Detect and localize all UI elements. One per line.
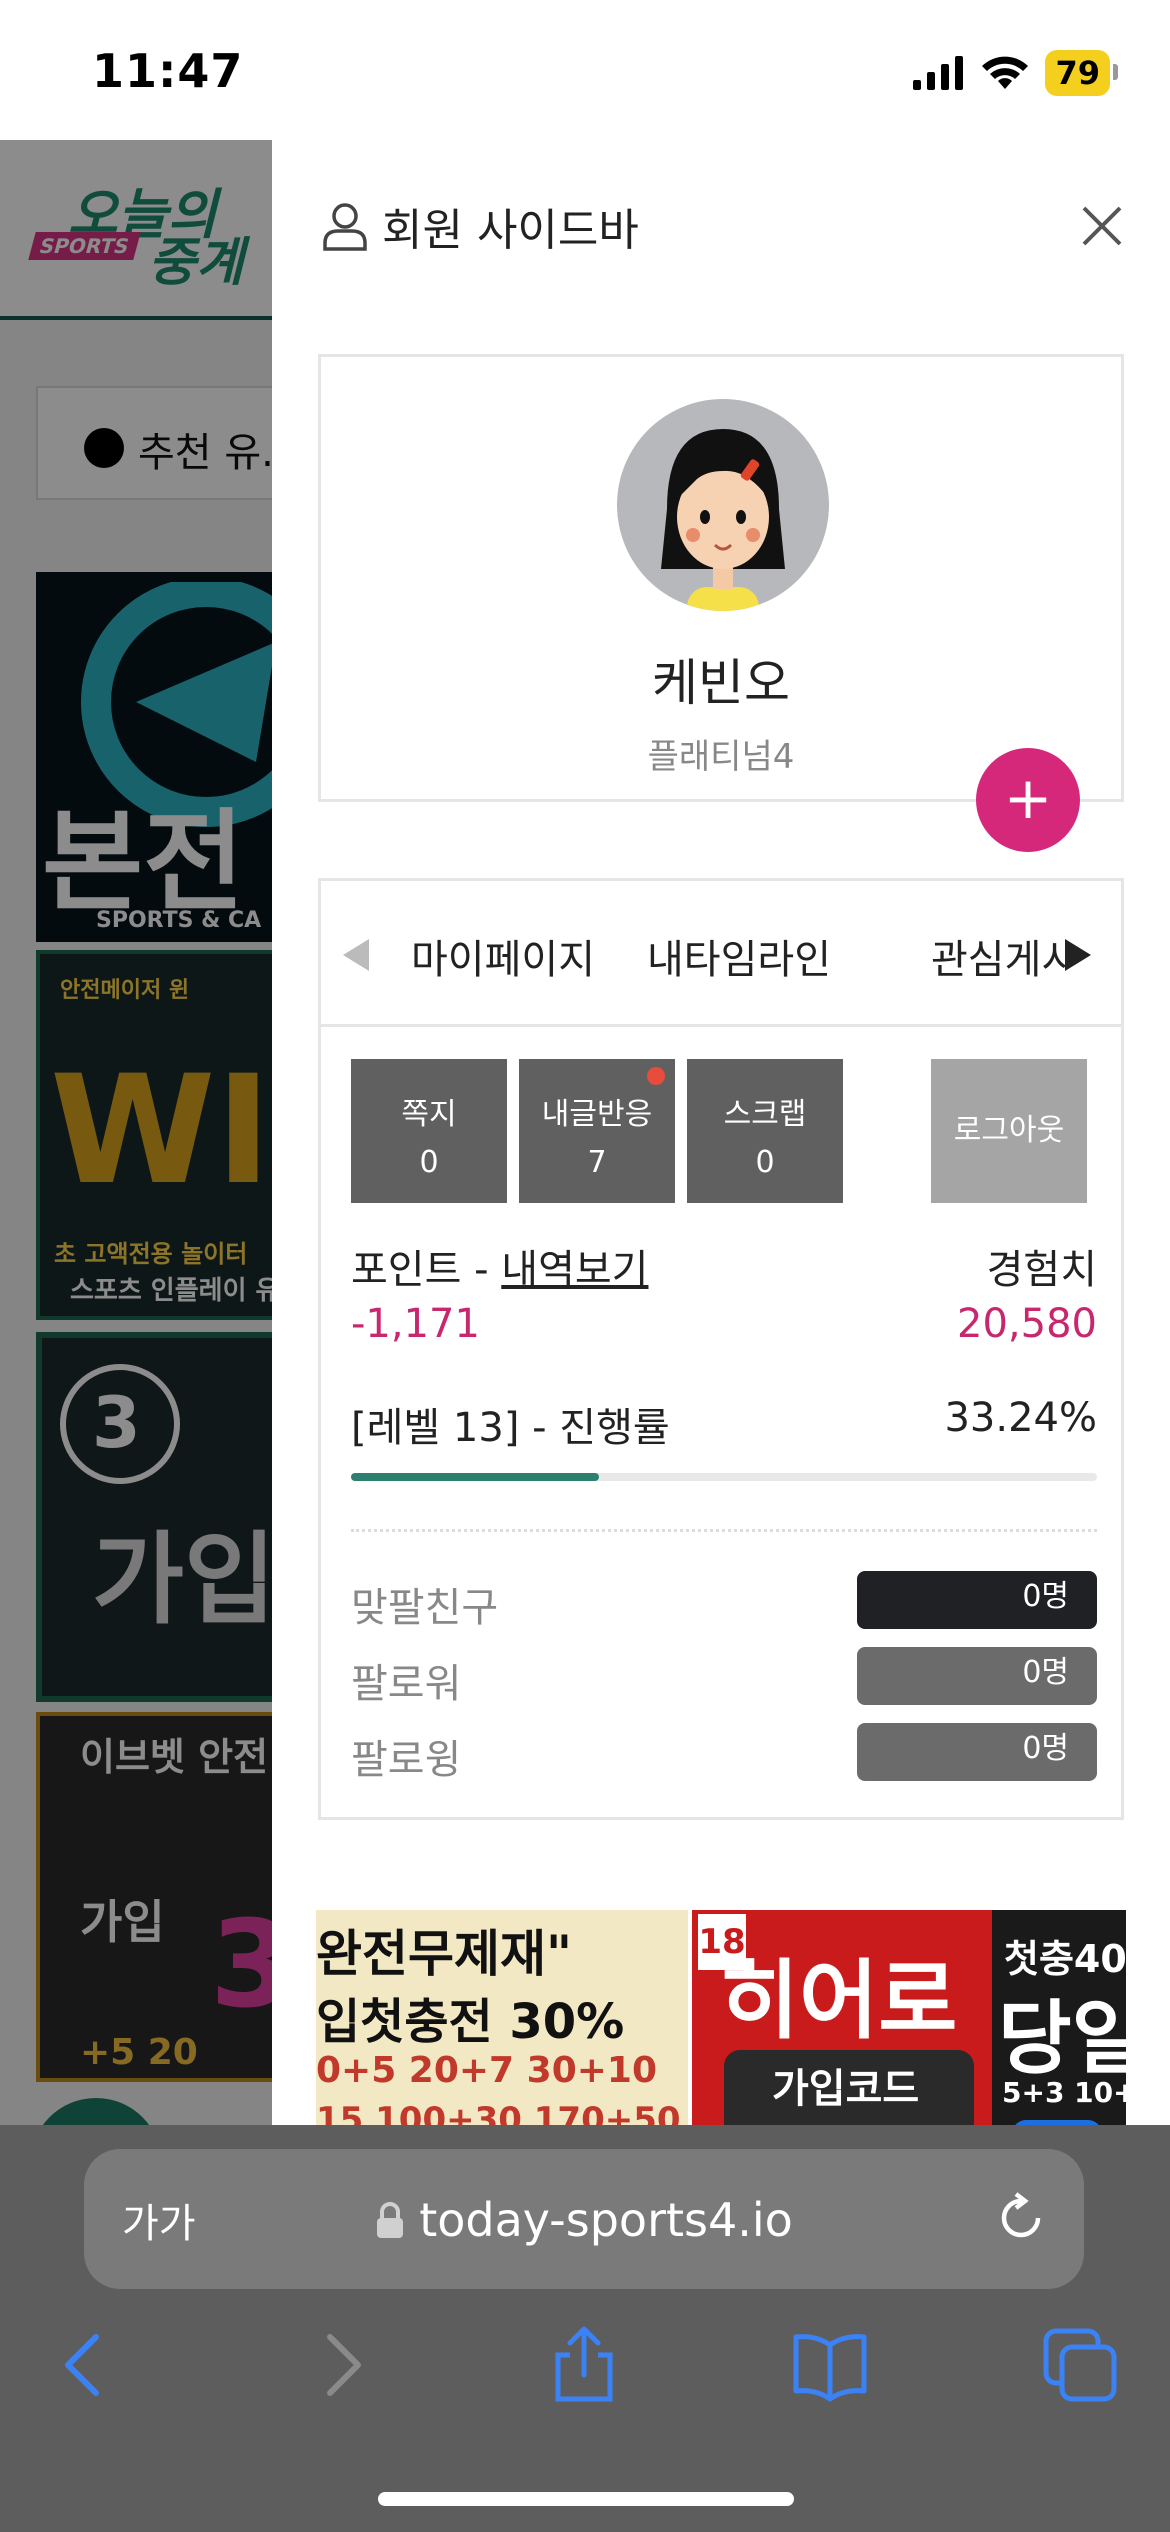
tab-my-timeline[interactable]: 내타임라인 (647, 927, 831, 985)
level-progress-fill (351, 1473, 599, 1481)
bookmarks-icon[interactable] (790, 2325, 870, 2405)
level-percent: 33.24% (944, 1395, 1097, 1441)
button-label: 스크랩 (723, 1097, 807, 1132)
status-time: 11:47 (92, 44, 244, 98)
button-label: 내글반응 (541, 1097, 653, 1132)
tab-mypage[interactable]: 마이페이지 (411, 927, 595, 985)
mutual-friends-row[interactable]: 맞팔친구 0명 (351, 1571, 1097, 1631)
profile-card: 케빈오 플래티넘4 (318, 354, 1124, 802)
post-reactions-button[interactable]: 내글반응 7 (519, 1059, 675, 1203)
avatar-girl-icon (661, 429, 785, 611)
back-icon[interactable] (46, 2325, 126, 2405)
messages-button[interactable]: 쪽지 0 (351, 1059, 507, 1203)
plus-icon: + (1003, 764, 1053, 832)
button-label: 쪽지 (401, 1097, 457, 1132)
following-count: 0명 (857, 1723, 1097, 1781)
url-text: today-sports4.io (419, 2193, 793, 2247)
ad-text: 당일 (998, 1992, 1126, 2085)
ad-title: 히어로 (720, 1951, 958, 2051)
button-count: 0 (755, 1145, 775, 1180)
sidebar-header: 회원 사이드바 (322, 194, 639, 258)
logout-button[interactable]: 로그아웃 (931, 1059, 1087, 1203)
close-icon[interactable] (1074, 198, 1130, 254)
battery-indicator: 79 (1045, 50, 1118, 96)
exp-value: 20,580 (957, 1301, 1097, 1347)
notification-dot (647, 1067, 665, 1085)
followers-label: 팔로워 (351, 1661, 462, 1707)
points-history-link[interactable]: 내역보기 (501, 1247, 648, 1293)
button-count: 0 (419, 1145, 439, 1180)
status-icons: 79 (913, 50, 1118, 96)
divider (351, 1529, 1097, 1532)
sidebar-ads: 완전무제재" 입첫충전 30% 0+5 20+7 30+10 15 100+30… (316, 1910, 1126, 2125)
tab-bar: 마이페이지 내타임라인 관심게시 (321, 881, 1121, 1027)
tab-scroller: 마이페이지 내타임라인 관심게시 (411, 881, 1066, 1027)
points-label: 포인트 - (351, 1247, 502, 1293)
tabs-icon[interactable] (1040, 2325, 1120, 2405)
chevron-right-icon[interactable] (1065, 939, 1091, 971)
lock-icon (377, 2202, 404, 2238)
ad-text: 완전무제재" (316, 1925, 573, 1983)
mutual-friends-label: 맞팔친구 (351, 1585, 499, 1631)
following-row[interactable]: 팔로윙 0명 (351, 1723, 1097, 1783)
tab-favorite-boards[interactable]: 관심게시 (931, 927, 1066, 985)
avatar[interactable] (617, 399, 829, 611)
points-values-row: -1,171 20,580 (351, 1301, 1097, 1347)
ad-text: 입첫충전 30% (316, 1994, 625, 2050)
ad-text: 0+5 20+7 30+10 (316, 2050, 657, 2091)
nickname: 케빈오 (652, 654, 790, 712)
add-button[interactable]: + (976, 748, 1080, 852)
user-outline-icon (323, 203, 367, 251)
scrap-button[interactable]: 스크랩 0 (687, 1059, 843, 1203)
status-bar: 11:47 79 (0, 0, 1170, 140)
points-row: 포인트 - 내역보기 경험치 (351, 1237, 1097, 1295)
address-bar[interactable]: 가가 today-sports4.io (84, 2149, 1084, 2289)
exp-label: 경험치 (986, 1247, 1097, 1293)
points-value: -1,171 (351, 1301, 480, 1347)
ad-code-label: 가입코드 (772, 2066, 920, 2112)
signal-icon (913, 56, 964, 90)
followers-row[interactable]: 팔로워 0명 (351, 1647, 1097, 1707)
level-row: [레벨 13] - 진행률 33.24% (351, 1395, 1097, 1453)
mutual-friends-count: 0명 (857, 1571, 1097, 1629)
member-menu-card: 마이페이지 내타임라인 관심게시 쪽지 0 내글반응 7 스크랩 0 로그아웃 … (318, 878, 1124, 1820)
level-label: [레벨 13] - 진행률 (351, 1405, 670, 1451)
followers-count: 0명 (857, 1647, 1097, 1705)
home-indicator[interactable] (378, 2492, 794, 2506)
banner-ad[interactable]: 18 히어로 첫충40 당일 가입코드 5+3 10+5 3 (692, 1910, 1126, 2125)
ad-text: 15 100+30 170+50 (316, 2100, 681, 2125)
forward-icon[interactable] (300, 2325, 380, 2405)
browser-chrome: 가가 today-sports4.io (0, 2125, 1170, 2532)
chevron-left-icon[interactable] (343, 939, 369, 971)
wifi-icon (982, 56, 1029, 89)
ad-text: 5+3 10+5 3 (1002, 2076, 1126, 2109)
reload-icon[interactable] (994, 2191, 1048, 2245)
url-display[interactable]: today-sports4.io (84, 2193, 1084, 2247)
banner-ad[interactable]: 완전무제재" 입첫충전 30% 0+5 20+7 30+10 15 100+30… (316, 1910, 688, 2125)
member-sidebar: 회원 사이드바 케빈오 플래티넘4 + 마이페이지 내타임라인 관심게시 쪽지 … (272, 140, 1170, 2125)
following-label: 팔로윙 (351, 1737, 462, 1783)
button-count: 7 (587, 1145, 607, 1180)
sidebar-title: 회원 사이드바 (382, 205, 639, 256)
share-icon[interactable] (544, 2325, 624, 2405)
level-progress-bar (351, 1473, 1097, 1481)
